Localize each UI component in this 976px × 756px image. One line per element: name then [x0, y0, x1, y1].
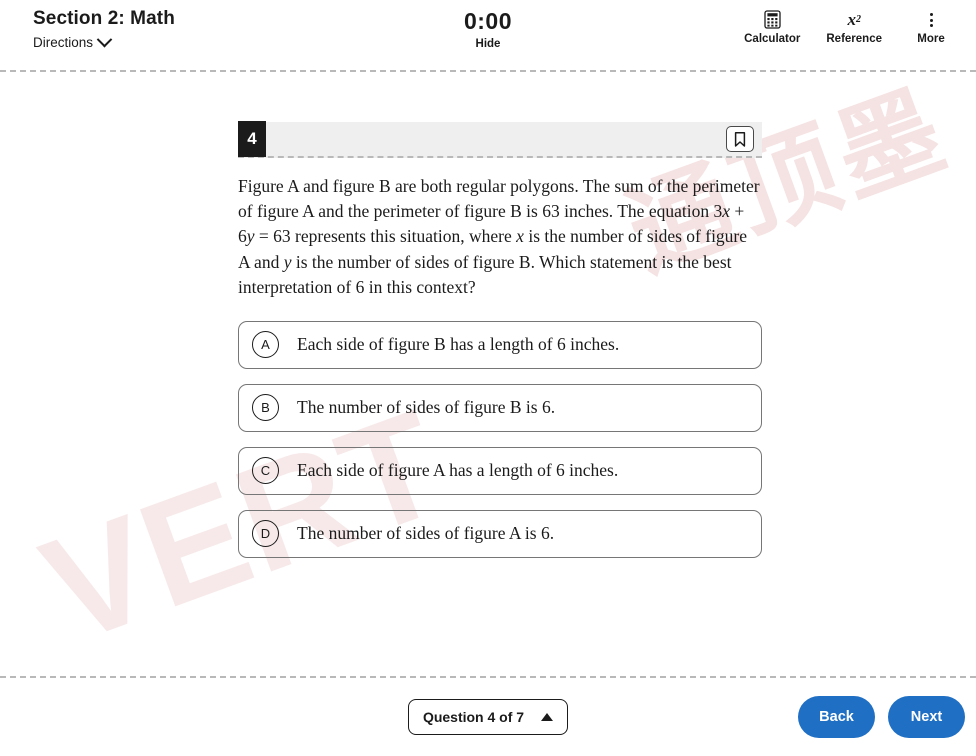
section-title: Section 2: Math — [33, 8, 175, 29]
option-letter-c: C — [252, 457, 279, 485]
answer-option-b[interactable]: B The number of sides of figure B is 6. — [238, 383, 762, 432]
answer-option-c[interactable]: C Each side of figure A has a length of … — [238, 446, 762, 495]
bottom-bar-center: Question 4 of 7 — [330, 699, 646, 735]
answer-option-a[interactable]: A Each side of figure B has a length of … — [238, 320, 762, 369]
option-letter-b: B — [252, 394, 279, 422]
question-stem-segment-5: in this context? — [364, 276, 476, 297]
question-header-bar: 4 — [238, 121, 762, 158]
question-stem-number-63: 63 — [542, 201, 560, 222]
more-button[interactable]: More — [908, 10, 954, 45]
top-toolbar: Section 2: Math Directions 0:00 Hide Cal… — [0, 0, 976, 72]
calculator-label: Calculator — [744, 33, 801, 45]
bookmark-icon — [734, 131, 746, 147]
top-toolbar-left: Section 2: Math Directions — [0, 0, 330, 52]
x-squared-icon: x2 — [847, 9, 861, 29]
question-picker-button[interactable]: Question 4 of 7 — [407, 699, 569, 735]
option-text-b: The number of sides of figure B is 6. — [297, 397, 556, 418]
option-text-d: The number of sides of figure A is 6. — [297, 523, 555, 544]
question-picker-label: Question 4 of 7 — [422, 709, 525, 725]
option-letter-d: D — [252, 520, 279, 548]
question-stem: Figure A and figure B are both regular p… — [238, 174, 762, 300]
question-stem-var-x: x — [516, 226, 524, 247]
calculator-icon — [764, 10, 781, 29]
chevron-down-icon — [96, 31, 113, 48]
bottom-navigation-bar: Question 4 of 7 Back Next — [0, 676, 976, 756]
question-number-badge: 4 — [238, 121, 266, 157]
bookmark-button[interactable] — [726, 126, 754, 152]
caret-up-icon — [541, 713, 554, 721]
question-content-area: 4 Figure A and figure B are both regular… — [0, 72, 976, 676]
bottom-bar-right: Back Next — [646, 696, 976, 738]
countdown-timer: 0:00 — [463, 8, 513, 34]
answer-options-list: A Each side of figure B has a length of … — [238, 320, 762, 558]
more-label: More — [917, 33, 945, 45]
option-text-a: Each side of figure B has a length of 6 … — [297, 334, 620, 355]
back-button[interactable]: Back — [798, 696, 875, 738]
reference-button[interactable]: x2 Reference — [826, 9, 882, 46]
reference-label: Reference — [826, 33, 882, 45]
more-vertical-dots-icon — [929, 10, 933, 29]
calculator-button[interactable]: Calculator — [744, 10, 800, 45]
directions-label: Directions — [33, 35, 94, 50]
question-panel: 4 Figure A and figure B are both regular… — [238, 121, 762, 558]
hide-timer-button[interactable]: Hide — [476, 38, 501, 50]
timer-area: 0:00 Hide — [330, 0, 646, 52]
top-toolbar-tools: Calculator x2 Reference More — [646, 0, 976, 46]
question-stem-segment-4: is the number of sides of figure B. Whic… — [238, 251, 732, 297]
option-letter-a: A — [252, 331, 279, 359]
directions-button[interactable]: Directions — [33, 31, 113, 50]
question-stem-segment-2: represents this situation, where — [290, 226, 517, 247]
next-button[interactable]: Next — [888, 696, 965, 738]
question-stem-segment-1: inches. The equation — [559, 201, 714, 222]
option-text-c: Each side of figure A has a length of 6 … — [297, 460, 619, 481]
answer-option-d[interactable]: D The number of sides of figure A is 6. — [238, 509, 762, 558]
